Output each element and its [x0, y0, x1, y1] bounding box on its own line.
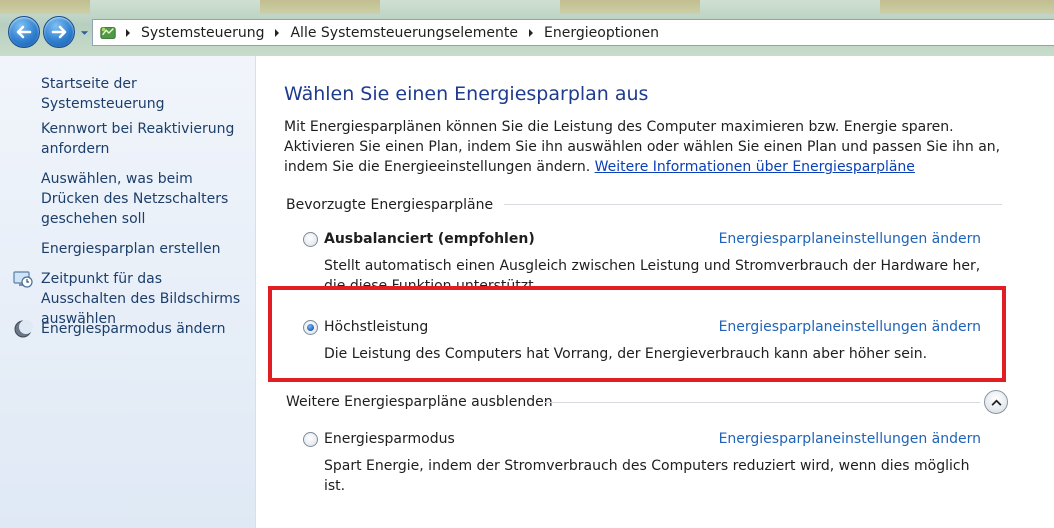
link-create-power-plan[interactable]: Energiesparplan erstellen: [41, 239, 251, 259]
address-toolbar: Systemsteuerung Alle Systemsteuerungsele…: [0, 0, 1054, 56]
monitor-clock-icon: [12, 268, 34, 290]
breadcrumb-systemsteuerung[interactable]: Systemsteuerung: [136, 25, 269, 41]
link-power-button-action[interactable]: Auswählen, was beim Drücken des Netzscha…: [41, 169, 251, 229]
plan-balanced-change-link[interactable]: Energiesparplaneinstellungen ändern: [719, 230, 981, 249]
task-pane: Startseite der Systemsteuerung Kennwort …: [0, 56, 256, 528]
more-info-link[interactable]: Weitere Informationen über Energiesparpl…: [595, 159, 915, 175]
more-plans-header: Weitere Energiesparpläne ausblenden: [286, 394, 553, 410]
plan-balanced-radio[interactable]: [303, 232, 318, 247]
plan-power-saver-change-link[interactable]: Energiesparplaneinstellungen ändern: [719, 430, 981, 449]
intro-paragraph: Mit Energiesparplänen können Sie die Lei…: [284, 117, 1014, 177]
annotation-highlight-box: [268, 286, 1006, 382]
plan-balanced: Ausbalanciert (empfohlen) Energiesparpla…: [303, 230, 993, 290]
plan-balanced-description: Stellt automatisch einen Ausgleich zwisc…: [324, 258, 981, 288]
chevron-down-icon: [80, 31, 88, 35]
plan-power-saver: Energiesparmodus Energiesparplaneinstell…: [303, 430, 993, 494]
link-sleep-mode[interactable]: Energiesparmodus ändern: [41, 319, 251, 339]
link-control-panel-home[interactable]: Startseite der Systemsteuerung: [41, 74, 251, 114]
arrow-left-icon: [16, 25, 32, 39]
breadcrumb-separator[interactable]: [120, 22, 136, 44]
recent-pages-dropdown[interactable]: [78, 28, 90, 38]
plan-power-saver-radio[interactable]: [303, 432, 318, 447]
title-bar-decoration: [260, 0, 380, 14]
chevron-right-icon: [529, 28, 534, 37]
plan-balanced-name[interactable]: Ausbalanciert (empfohlen): [324, 230, 535, 249]
plan-power-saver-name[interactable]: Energiesparmodus: [324, 430, 455, 449]
collapse-more-plans-button[interactable]: [984, 390, 1008, 414]
address-bar[interactable]: Systemsteuerung Alle Systemsteuerungsele…: [92, 19, 1054, 46]
control-panel-icon: [96, 22, 120, 44]
moon-icon: [12, 318, 34, 340]
link-require-password[interactable]: Kennwort bei Reaktivierung anfordern: [41, 119, 251, 159]
main-content: Wählen Sie einen Energiesparplan aus Mit…: [256, 56, 1054, 528]
back-button[interactable]: [8, 16, 40, 48]
title-bar-decoration: [560, 0, 700, 14]
forward-button[interactable]: [43, 16, 75, 48]
group-divider: [504, 204, 1002, 205]
preferred-plans-header: Bevorzugte Energiesparpläne: [286, 197, 494, 213]
chevron-right-icon: [275, 28, 280, 37]
breadcrumb-separator[interactable]: [269, 22, 285, 44]
title-bar-decoration: [880, 0, 1054, 14]
breadcrumb-energieoptionen[interactable]: Energieoptionen: [539, 25, 664, 41]
plan-power-saver-description: Spart Energie, indem der Stromverbrauch …: [324, 458, 970, 494]
group-divider: [544, 402, 980, 403]
breadcrumb-separator[interactable]: [523, 22, 539, 44]
chevron-up-icon: [991, 399, 1001, 406]
breadcrumb-alle-elemente[interactable]: Alle Systemsteuerungselemente: [285, 25, 523, 41]
page-title: Wählen Sie einen Energiesparplan aus: [284, 83, 649, 105]
title-bar-decoration: [0, 0, 90, 14]
chevron-right-icon: [126, 28, 130, 37]
arrow-right-icon: [51, 25, 67, 39]
